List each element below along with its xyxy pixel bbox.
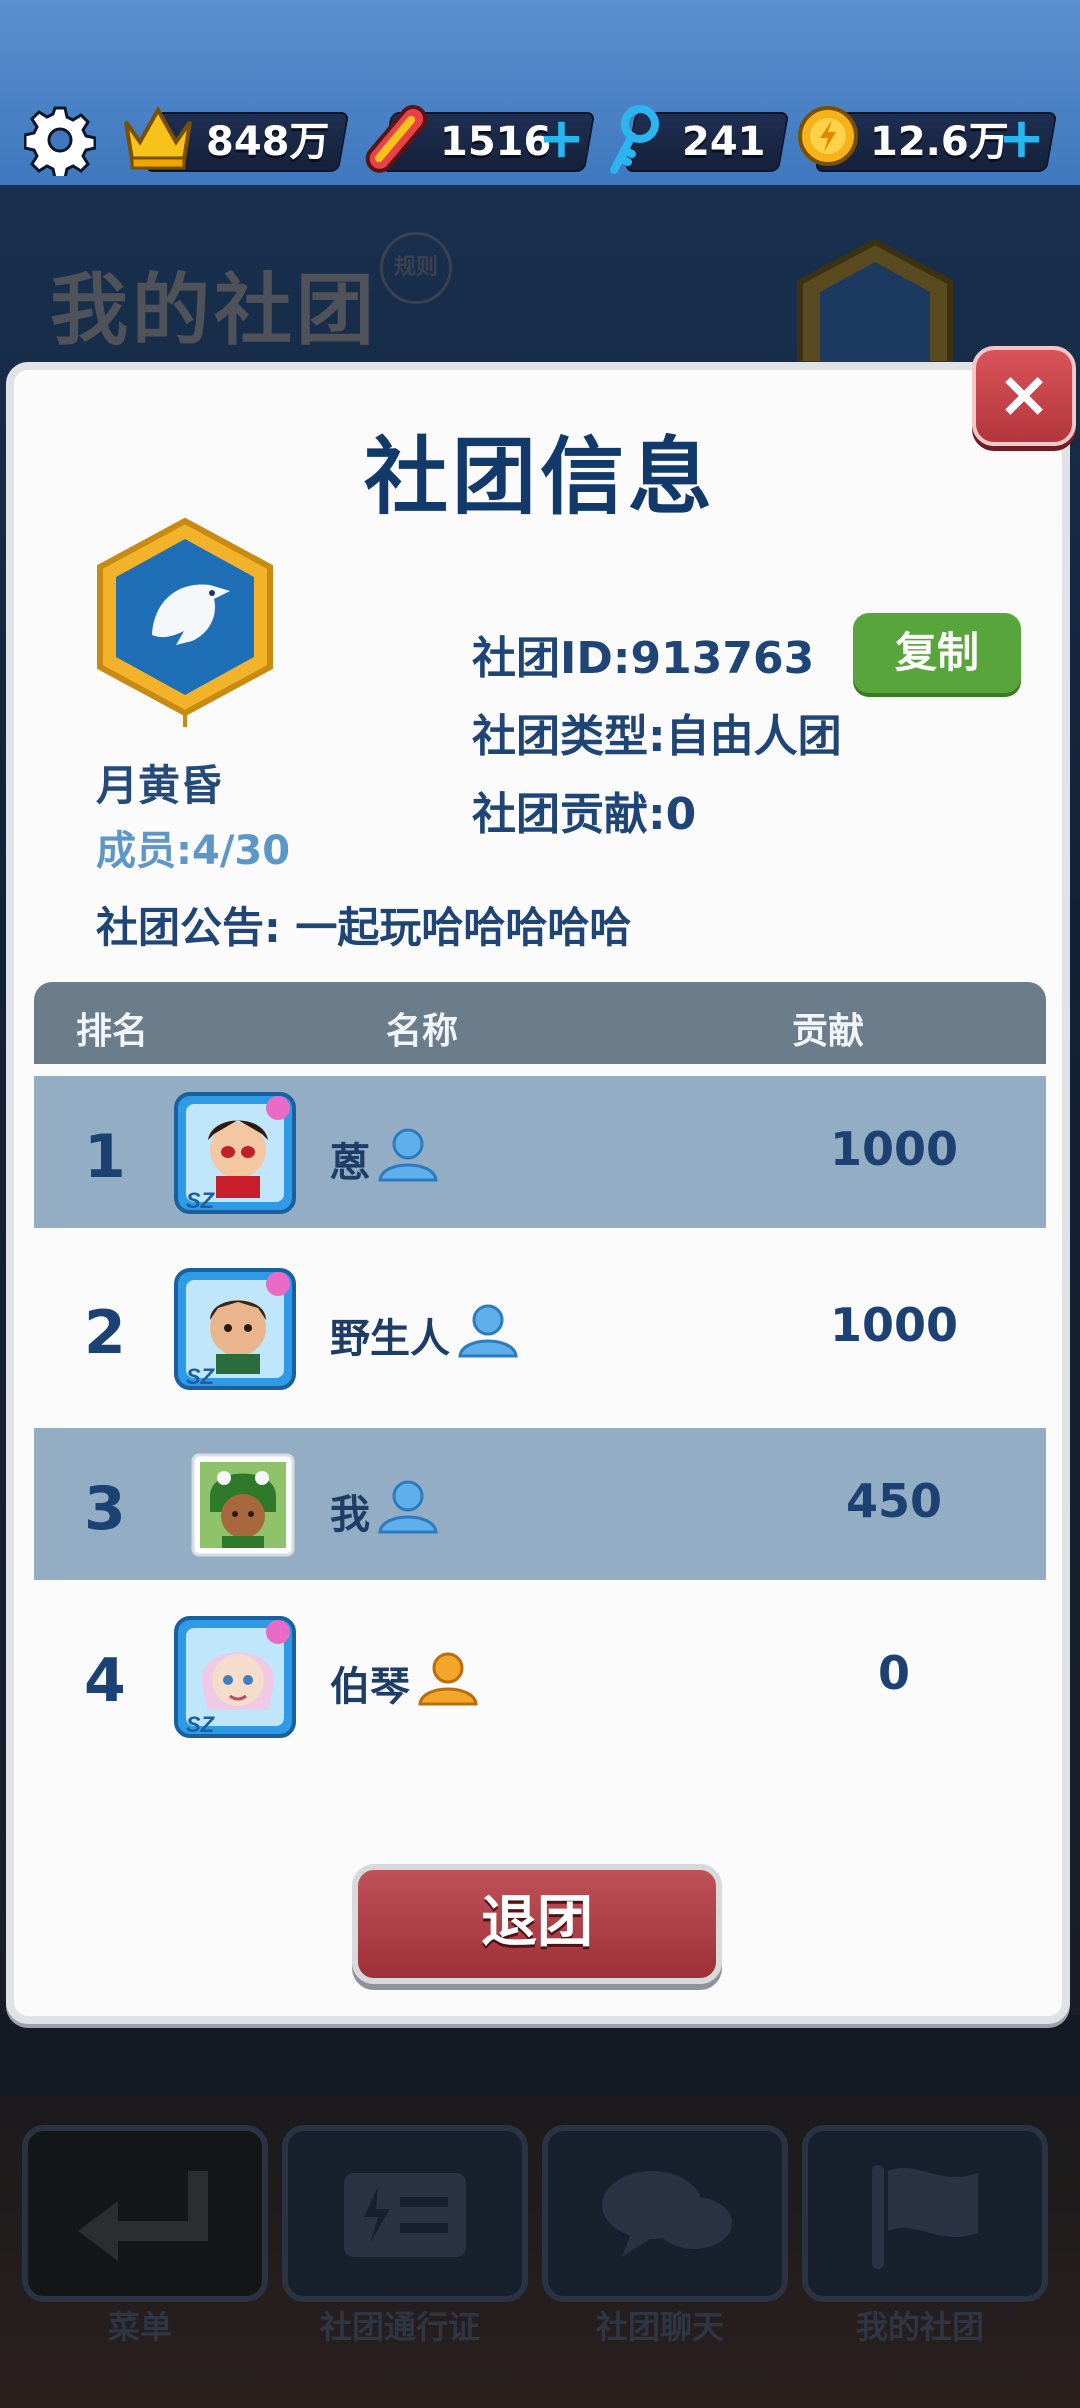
nav-club-chat-button[interactable]: [542, 2125, 788, 2302]
player-avatar-icon[interactable]: SZ: [172, 1266, 298, 1392]
row-rank: 2: [84, 1298, 126, 1368]
member-table-header: 排名 名称 贡献: [34, 982, 1046, 1064]
nav-menu-button[interactable]: [22, 2125, 268, 2302]
header-contribution: 贡献: [792, 1011, 865, 1052]
svg-text:SZ: SZ: [186, 1188, 216, 1213]
copy-id-button[interactable]: 复制: [853, 613, 1021, 693]
player-contribution: 1000: [829, 1122, 959, 1176]
dialog-title: 社团信息: [363, 428, 716, 526]
keys-value: 241: [682, 119, 766, 165]
boards-value: 1516: [440, 119, 552, 165]
table-row[interactable]: 2 SZ 野生人 1000: [34, 1252, 1046, 1404]
club-type: 社团类型:自由人团: [472, 711, 842, 762]
back-arrow-icon: [78, 2171, 208, 2261]
chat-icon: [602, 2171, 732, 2257]
club-name: 月黄昏: [96, 761, 223, 810]
club-notice: 社团公告: 一起玩哈哈哈哈哈: [96, 903, 632, 952]
row-rank: 1: [84, 1122, 126, 1192]
header-rank: 排名: [76, 1011, 149, 1052]
club-members: 成员:4/30: [96, 828, 291, 874]
nav-my-club-button[interactable]: [802, 2125, 1048, 2302]
coins-value: 12.6万: [870, 119, 1009, 165]
nav-club-chat-label: 社团聊天: [595, 2308, 724, 2346]
nav-club-pass-button[interactable]: [282, 2125, 528, 2302]
hoverboard-icon: [365, 104, 428, 173]
player-contribution: 1000: [829, 1298, 959, 1352]
player-contribution: 0: [877, 1646, 910, 1700]
svg-text:SZ: SZ: [186, 1712, 216, 1737]
quit-club-button[interactable]: 退团: [352, 1864, 722, 1984]
table-row[interactable]: 4 SZ 伯琴 0: [34, 1600, 1046, 1752]
table-row[interactable]: 3 我 450: [34, 1428, 1046, 1580]
add-boards-button[interactable]: +: [538, 111, 585, 167]
svg-text:SZ: SZ: [186, 1364, 216, 1389]
nav-my-club-label: 我的社团: [855, 2308, 984, 2346]
table-row[interactable]: 1 SZ 蒽 1000: [34, 1076, 1046, 1228]
member-role-icon: [378, 1128, 438, 1182]
player-avatar-icon[interactable]: SZ: [172, 1614, 298, 1740]
nav-menu-label: 菜单: [107, 2308, 172, 2346]
header-name: 名称: [386, 1011, 459, 1052]
background-club-badge-icon: [797, 238, 953, 367]
nav-club-pass-label: 社团通行证: [319, 2308, 480, 2346]
club-id: 社团ID:913763: [472, 633, 815, 684]
rules-button[interactable]: 规则: [380, 232, 452, 304]
coin-icon: [798, 106, 858, 166]
club-eagle-badge-icon: [97, 517, 273, 727]
key-icon: [610, 105, 659, 174]
player-avatar-icon[interactable]: SZ: [172, 1090, 298, 1216]
player-avatar-icon[interactable]: [190, 1452, 296, 1558]
club-contribution: 社团贡献:0: [472, 789, 697, 840]
row-rank: 4: [84, 1646, 126, 1716]
row-rank: 3: [84, 1474, 126, 1544]
background-page-title: 我的社团: [50, 266, 379, 356]
player-name: 伯琴: [330, 1664, 410, 1710]
crown-icon: [124, 105, 192, 170]
player-contribution: 450: [845, 1474, 943, 1528]
crowns-value: 848万: [206, 119, 330, 165]
settings-gear-icon[interactable]: [24, 104, 96, 176]
player-name: 野生人: [330, 1316, 450, 1362]
member-role-icon: [378, 1480, 438, 1534]
player-name: 蒽: [330, 1140, 370, 1186]
flag-icon: [872, 2165, 978, 2269]
leader-role-icon: [418, 1652, 478, 1706]
pass-icon: [344, 2173, 466, 2257]
add-coins-button[interactable]: +: [998, 111, 1045, 167]
player-name: 我: [330, 1492, 370, 1538]
member-role-icon: [458, 1304, 518, 1358]
